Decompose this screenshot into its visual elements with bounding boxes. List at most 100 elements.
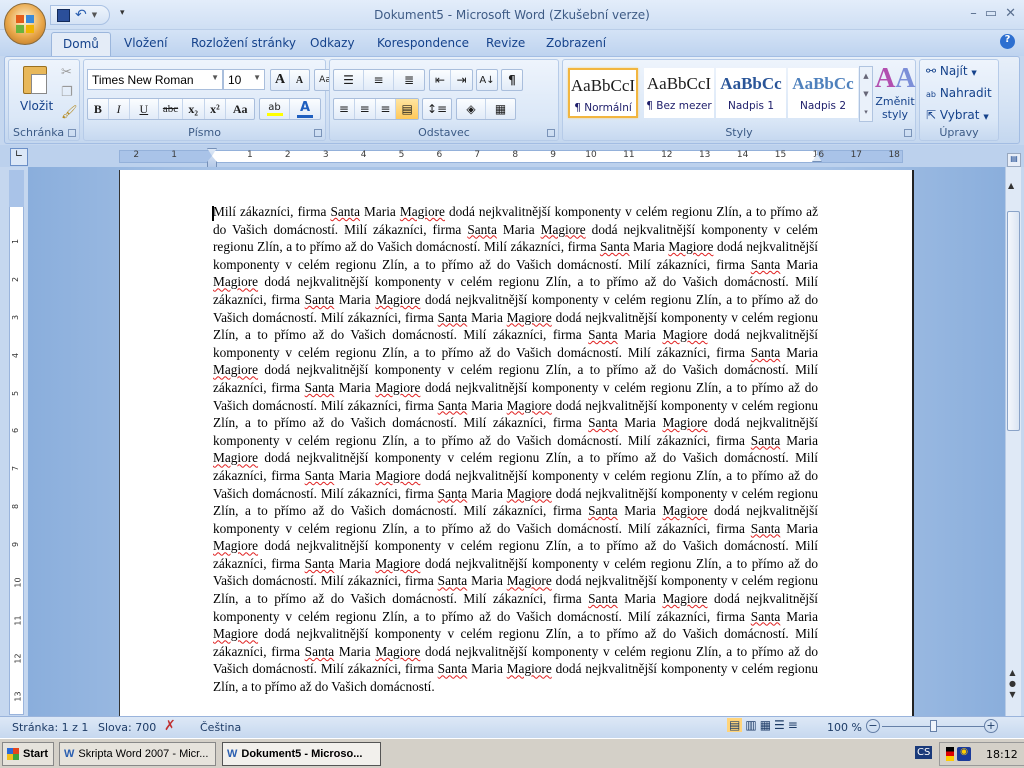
highlight-button[interactable]: ab <box>260 99 291 119</box>
tab-zobrazeni[interactable]: Zobrazení <box>546 36 606 50</box>
align-left-icon[interactable]: ≡ <box>334 99 355 119</box>
italic-button[interactable]: I <box>109 99 130 119</box>
misspelled-word[interactable]: Santa <box>305 556 335 571</box>
select-button[interactable]: ⇱ Vybrat ▼ <box>926 108 989 122</box>
font-name-combobox[interactable]: Times New Roman ▼ <box>87 69 223 90</box>
misspelled-word[interactable]: Santa <box>588 503 618 518</box>
scroll-up-icon[interactable]: ▲ <box>1008 181 1014 190</box>
misspelled-word[interactable]: Santa <box>751 609 781 624</box>
vertical-scrollbar[interactable]: ▤ ▲ ▲ ● ▼ <box>1005 153 1021 716</box>
style-no-spacing[interactable]: AaBbCcI ¶ Bez mezer <box>644 68 714 118</box>
grow-font-button[interactable]: A <box>271 70 291 90</box>
scroll-thumb[interactable] <box>1007 211 1020 431</box>
outline-icon[interactable]: ☰ <box>774 718 785 732</box>
zoom-slider-thumb[interactable] <box>930 720 937 732</box>
web-layout-icon[interactable]: ▦ <box>760 718 771 732</box>
help-icon[interactable]: ? <box>1000 34 1015 49</box>
previous-page-icon[interactable]: ▲ <box>1009 667 1016 678</box>
misspelled-word[interactable]: Magiore <box>375 292 420 307</box>
misspelled-word[interactable]: Santa <box>438 661 468 676</box>
misspelled-word[interactable]: Magiore <box>662 503 707 518</box>
misspelled-word[interactable]: Magiore <box>375 380 420 395</box>
misspelled-word[interactable]: Magiore <box>507 486 552 501</box>
misspelled-word[interactable]: Santa <box>305 380 335 395</box>
multilevel-list-icon[interactable]: ≣ <box>394 70 424 90</box>
zoom-level[interactable]: 100 % <box>827 721 862 734</box>
next-page-icon[interactable]: ▼ <box>1009 689 1016 700</box>
close-icon[interactable]: ✕ <box>1005 6 1016 21</box>
font-color-button[interactable]: A <box>290 99 320 119</box>
browse-object-icon[interactable]: ● <box>1009 678 1016 689</box>
misspelled-word[interactable]: Santa <box>305 468 335 483</box>
print-layout-icon[interactable]: ▤ <box>727 718 743 732</box>
misspelled-word[interactable]: Magiore <box>213 450 258 465</box>
more-styles-icon[interactable]: ▾ <box>860 103 872 121</box>
misspelled-word[interactable]: Santa <box>751 345 781 360</box>
draft-icon[interactable]: ≡ <box>788 718 798 732</box>
copy-icon[interactable]: ❐ <box>61 85 73 100</box>
full-screen-reading-icon[interactable]: ▥ <box>745 718 756 732</box>
dialog-launcher-icon[interactable] <box>314 129 322 137</box>
numbering-icon[interactable]: ≡ <box>364 70 394 90</box>
align-right-icon[interactable]: ≡ <box>376 99 397 119</box>
styles-gallery-scroll[interactable]: ▲ ▼ ▾ <box>859 66 873 122</box>
language-indicator[interactable]: CS <box>915 746 933 759</box>
document-body-text[interactable]: Milí zákazníci, firma Santa Maria Magior… <box>213 203 818 715</box>
misspelled-word[interactable]: Santa <box>751 433 781 448</box>
superscript-button[interactable]: x² <box>205 99 227 119</box>
misspelled-word[interactable]: Santa <box>438 486 468 501</box>
change-case-button[interactable]: Aa <box>226 99 254 119</box>
zoom-in-icon[interactable]: + <box>984 719 998 733</box>
chevron-down-icon[interactable]: ▼ <box>211 73 219 82</box>
line-spacing-button[interactable]: ↕≡ <box>422 98 452 120</box>
style-heading-2[interactable]: AaBbCc Nadpis 2 <box>788 68 858 118</box>
strikethrough-button[interactable]: abc <box>159 99 183 119</box>
misspelled-word[interactable]: Magiore <box>662 591 707 606</box>
misspelled-word[interactable]: Santa <box>330 204 360 219</box>
misspelled-word[interactable]: Magiore <box>400 204 445 219</box>
taskbar-item-active[interactable]: W Dokument5 - Microso... <box>222 742 381 766</box>
decrease-indent-icon[interactable]: ⇤ <box>430 70 452 90</box>
office-button[interactable] <box>4 3 46 45</box>
misspelled-word[interactable]: Santa <box>438 398 468 413</box>
misspelled-word[interactable]: Santa <box>588 327 618 342</box>
show-formatting-button[interactable]: ¶ <box>501 69 523 91</box>
view-ruler-icon[interactable]: ▤ <box>1007 153 1021 167</box>
misspelled-word[interactable]: Santa <box>600 239 630 254</box>
scroll-down-icon[interactable]: ▼ <box>860 85 872 103</box>
misspelled-word[interactable]: Santa <box>305 292 335 307</box>
misspelled-word[interactable]: Magiore <box>375 644 420 659</box>
tray-network-icon[interactable]: ◉ <box>957 747 971 761</box>
misspelled-word[interactable]: Magiore <box>541 222 586 237</box>
shading-icon[interactable]: ◈ <box>457 99 487 119</box>
maximize-icon[interactable]: ▭ <box>985 6 997 21</box>
misspelled-word[interactable]: Magiore <box>375 468 420 483</box>
tray-flag-icon[interactable] <box>946 747 954 761</box>
shrink-font-button[interactable]: A <box>290 70 309 90</box>
bold-button[interactable]: B <box>88 99 109 119</box>
page-count[interactable]: Stránka: 1 z 1 <box>12 721 88 734</box>
taskbar-item[interactable]: W Skripta Word 2007 - Micr... <box>59 742 216 766</box>
misspelled-word[interactable]: Magiore <box>213 538 258 553</box>
misspelled-word[interactable]: Santa <box>438 310 468 325</box>
tab-rozlozeni-stranky[interactable]: Rozložení stránky <box>191 36 296 50</box>
misspelled-word[interactable]: Magiore <box>375 556 420 571</box>
tab-vlozeni[interactable]: Vložení <box>124 36 168 50</box>
sort-button[interactable]: A↓ <box>476 69 498 91</box>
misspelled-word[interactable]: Magiore <box>507 661 552 676</box>
dialog-launcher-icon[interactable] <box>904 129 912 137</box>
start-button[interactable]: Start <box>2 742 54 766</box>
misspelled-word[interactable]: Magiore <box>662 327 707 342</box>
tab-revize[interactable]: Revize <box>486 36 525 50</box>
misspelled-word[interactable]: Santa <box>438 573 468 588</box>
misspelled-word[interactable]: Santa <box>467 222 497 237</box>
chevron-down-icon[interactable]: ▼ <box>253 73 261 82</box>
justify-icon[interactable]: ▤ <box>396 99 418 119</box>
style-normal[interactable]: AaBbCcI ¶ Normální <box>568 68 638 118</box>
change-styles-button[interactable]: AA Změnit styly <box>875 63 915 127</box>
tab-odkazy[interactable]: Odkazy <box>310 36 355 50</box>
style-heading-1[interactable]: AaBbCc Nadpis 1 <box>716 68 786 118</box>
language[interactable]: Čeština <box>200 721 241 734</box>
vertical-ruler[interactable]: 1 2 3 4 5 6 7 8 9 10 11 12 13 <box>9 170 24 715</box>
minimize-icon[interactable]: – <box>970 6 977 21</box>
